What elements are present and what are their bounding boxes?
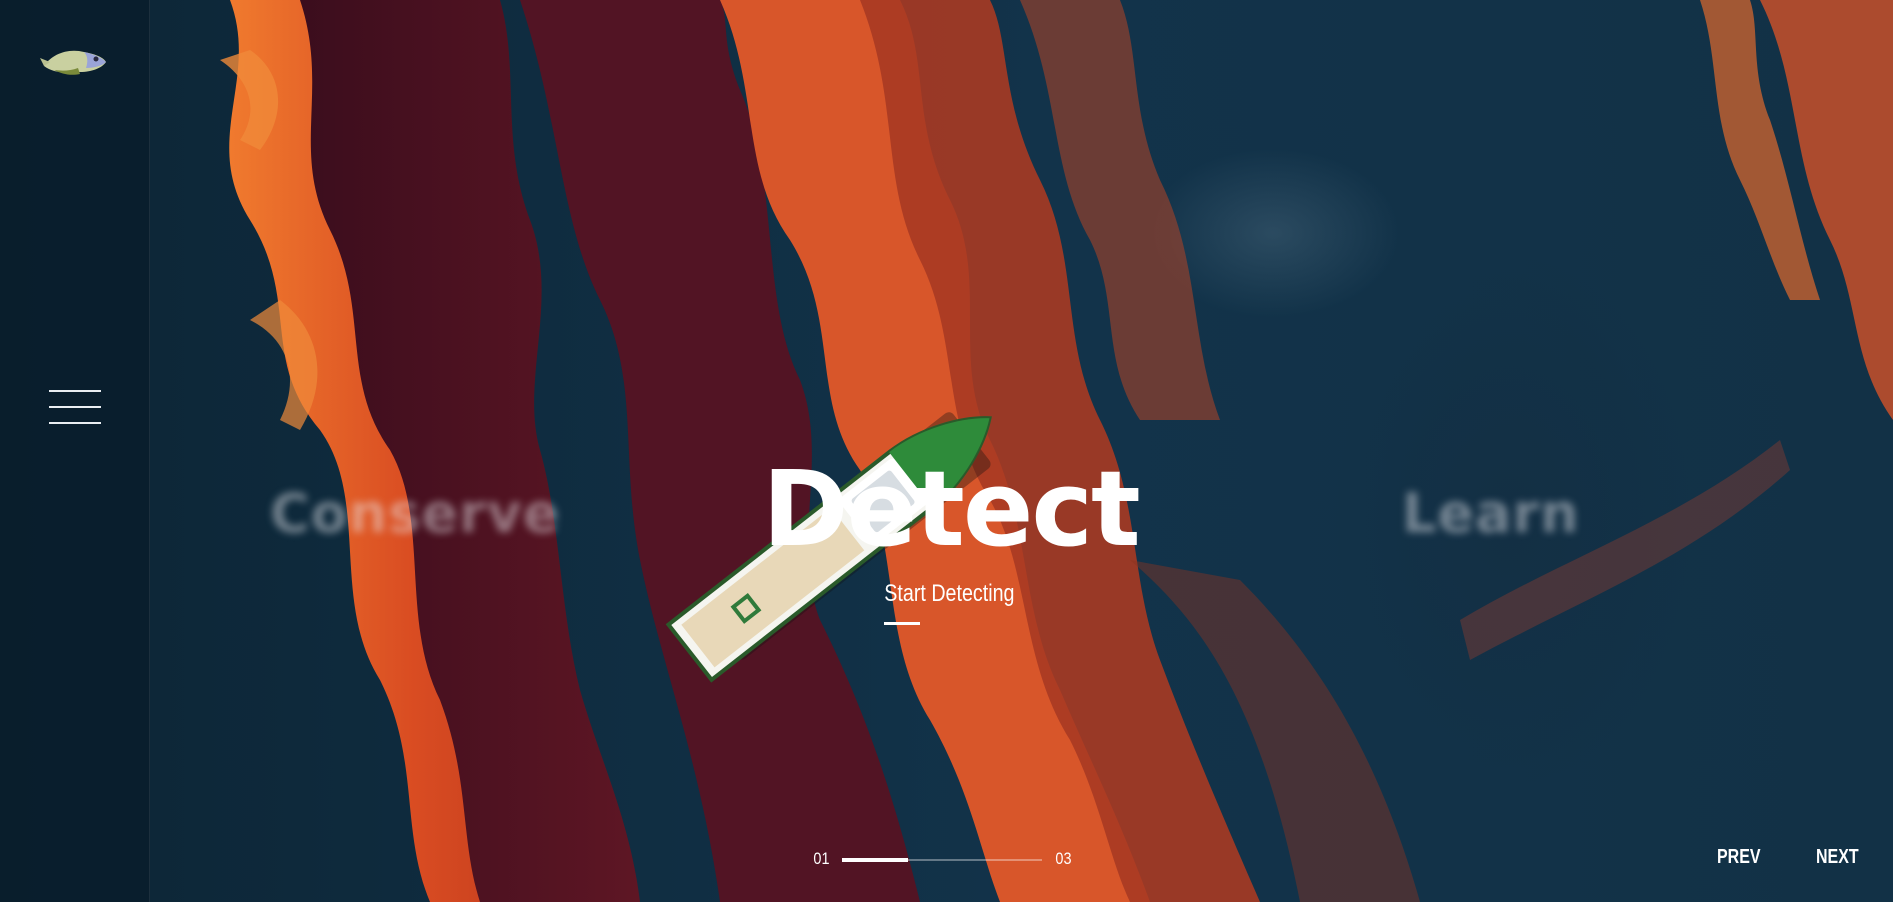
slide-pagination: 01 03 <box>812 849 1072 871</box>
fish-icon[interactable] <box>40 44 108 78</box>
menu-line <box>49 406 101 408</box>
start-detecting-link[interactable]: Start Detecting <box>884 580 1014 622</box>
slide-title-current: Detect <box>762 448 1140 570</box>
slide-title-next[interactable]: Learn <box>1402 482 1580 545</box>
prev-button[interactable]: PREV <box>1717 846 1761 869</box>
hero-slider: Conserve Detect Learn Start Detecting 01… <box>0 0 1893 902</box>
cta-underline <box>884 622 920 625</box>
pagination-progress-track <box>842 858 1042 862</box>
next-button[interactable]: NEXT <box>1816 846 1859 869</box>
pagination-current: 01 <box>813 849 830 868</box>
pagination-total: 03 <box>1055 849 1072 868</box>
menu-line <box>49 422 101 424</box>
cta-container: Start Detecting <box>0 580 1893 622</box>
pagination-progress-fill <box>842 858 908 862</box>
hamburger-menu-icon[interactable] <box>49 390 101 426</box>
menu-line <box>49 390 101 392</box>
